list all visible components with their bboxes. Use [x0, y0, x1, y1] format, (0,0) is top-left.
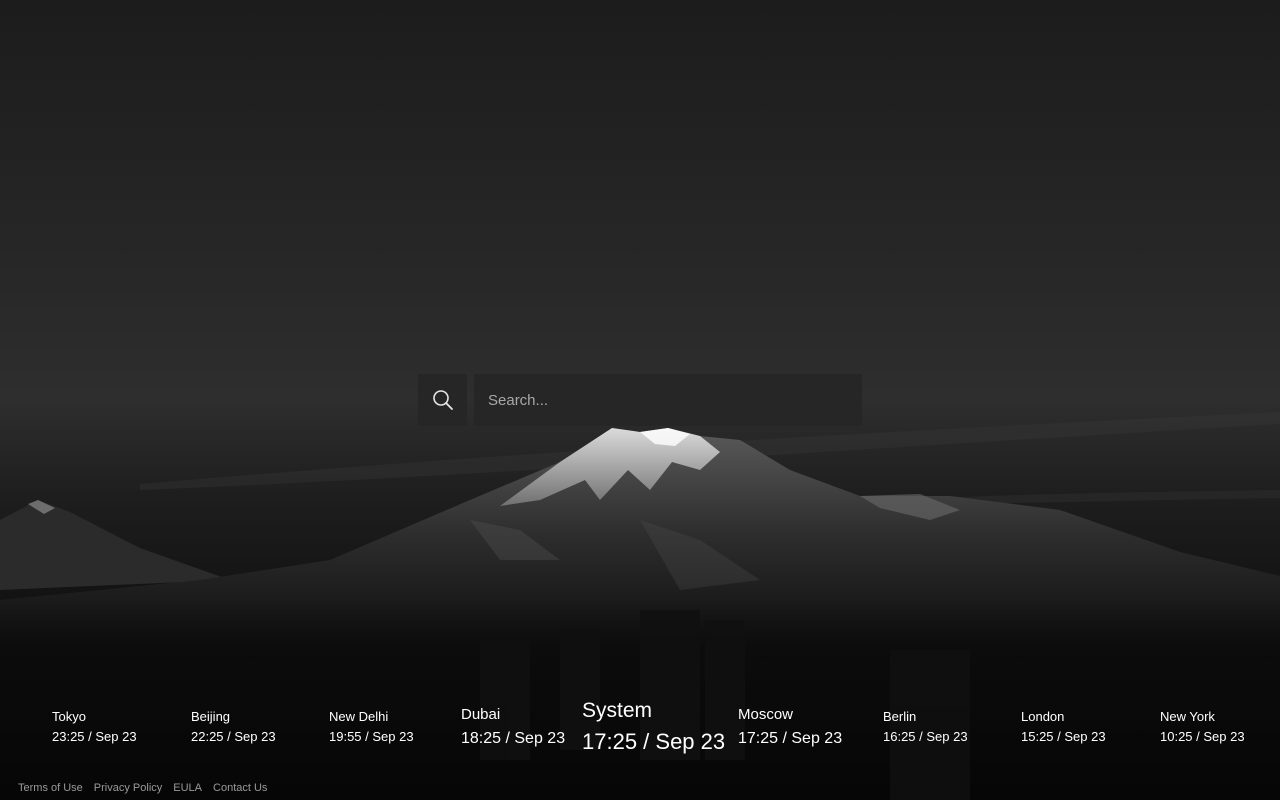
clock-new-york: New York 10:25 / Sep 23	[1160, 709, 1245, 744]
clock-time: 23:25 / Sep 23	[52, 728, 137, 744]
terms-of-use-link[interactable]: Terms of Use	[18, 782, 83, 794]
search-bar	[418, 374, 862, 426]
clock-time: 10:25 / Sep 23	[1160, 728, 1245, 744]
eula-link[interactable]: EULA	[173, 782, 202, 794]
clock-beijing: Beijing 22:25 / Sep 23	[191, 709, 276, 744]
clock-city: Berlin	[883, 709, 917, 724]
clock-city: New Delhi	[329, 709, 389, 724]
clock-city: Tokyo	[52, 709, 86, 724]
clock-time: 17:25 / Sep 23	[738, 730, 843, 747]
clock-city: Beijing	[191, 709, 231, 724]
clock-system: System 17:25 / Sep 23	[582, 698, 725, 756]
search-button[interactable]	[418, 374, 467, 426]
clock-city: System	[582, 699, 653, 722]
clock-london: London 15:25 / Sep 23	[1021, 709, 1106, 744]
search-input[interactable]	[474, 374, 862, 426]
clock-city: New York	[1160, 709, 1215, 724]
footer-links: Terms of Use Privacy Policy EULA Contact…	[18, 782, 267, 794]
clock-berlin: Berlin 16:25 / Sep 23	[883, 709, 968, 744]
clock-time: 17:25 / Sep 23	[582, 729, 726, 755]
new-tab-page: Tokyo 23:25 / Sep 23 Beijing 22:25 / Sep…	[0, 0, 1280, 800]
clock-time: 19:55 / Sep 23	[329, 728, 414, 744]
clock-moscow: Moscow 17:25 / Sep 23	[738, 706, 842, 748]
clock-tokyo: Tokyo 23:25 / Sep 23	[52, 709, 137, 744]
clock-city: Moscow	[738, 706, 794, 723]
clock-new-delhi: New Delhi 19:55 / Sep 23	[329, 709, 414, 744]
privacy-policy-link[interactable]: Privacy Policy	[94, 782, 162, 794]
clock-time: 22:25 / Sep 23	[191, 728, 276, 744]
clock-time: 16:25 / Sep 23	[883, 728, 968, 744]
clock-city: London	[1021, 709, 1065, 724]
clock-time: 15:25 / Sep 23	[1021, 728, 1106, 744]
clock-dubai: Dubai 18:25 / Sep 23	[461, 706, 565, 748]
clock-time: 18:25 / Sep 23	[461, 730, 566, 747]
search-icon	[432, 390, 453, 410]
contact-us-link[interactable]: Contact Us	[213, 782, 267, 794]
clock-city: Dubai	[461, 706, 501, 723]
